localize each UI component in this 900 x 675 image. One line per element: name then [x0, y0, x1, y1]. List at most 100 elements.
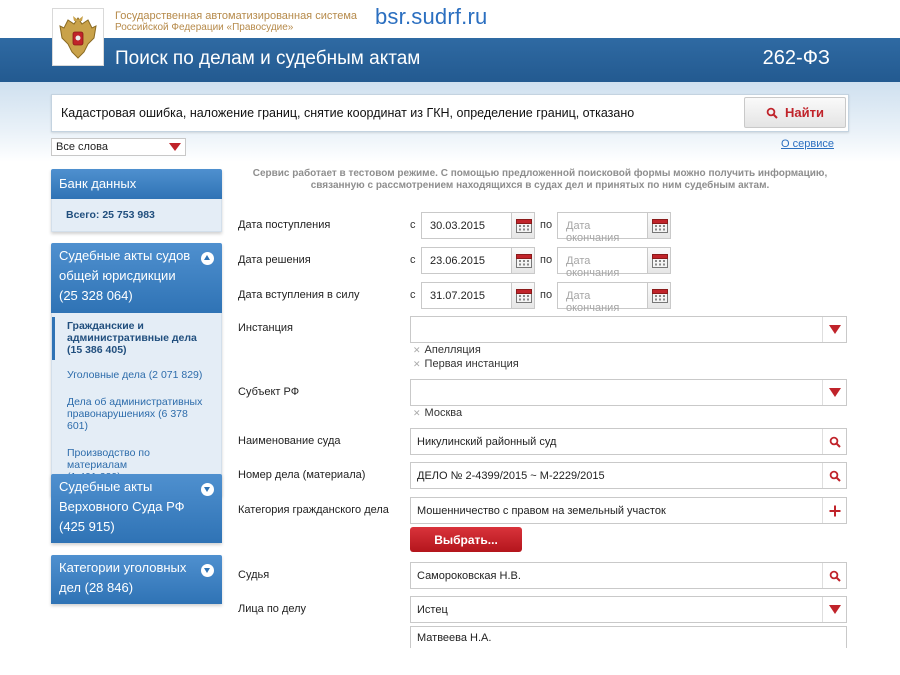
effective-date-from-input[interactable]: 31.07.2015	[421, 282, 513, 309]
civil-category-value: Мошенничество с правом на земельный учас…	[417, 505, 666, 517]
sidebar-item-label: Дела об административных	[67, 396, 203, 408]
sidebar-item-criminal[interactable]: Уголовные дела (2 071 829)	[52, 366, 221, 385]
calendar-button[interactable]	[647, 247, 671, 274]
judge-field[interactable]: Самороковская Н.В.	[410, 562, 847, 589]
search-icon	[829, 436, 841, 448]
choose-button[interactable]: Выбрать...	[410, 527, 522, 552]
sidebar-item-label: правонарушениях	[67, 408, 156, 420]
header-bar: Поиск по делам и судебным актам 262-ФЗ	[0, 38, 900, 82]
about-service-link[interactable]: О сервисе	[781, 138, 834, 150]
to-label: по	[540, 289, 553, 301]
search-icon	[766, 107, 778, 119]
receipt-date-to-input[interactable]: Дата окончания	[557, 212, 649, 244]
effective-date-label: Дата вступления в силу	[238, 289, 360, 301]
court-name-field[interactable]: Никулинский районный суд	[410, 428, 847, 455]
subject-select[interactable]	[410, 379, 847, 406]
collapse-icon[interactable]	[201, 252, 214, 265]
party-role-dropdown-button[interactable]	[822, 597, 846, 622]
chevron-down-icon	[828, 325, 841, 334]
sidebar-item-admin-offenses[interactable]: Дела об административных правонарушениях…	[52, 393, 221, 436]
party-name-field[interactable]: Матвеева Н.А.	[410, 626, 847, 648]
sidebar-item-label: Уголовные дела	[67, 369, 146, 381]
sidebar-supreme-court-title-line1: Судебные акты	[59, 479, 153, 494]
decision-date-to-input[interactable]: Дата окончания	[557, 247, 649, 279]
sidebar-data-bank-header[interactable]: Банк данных	[51, 169, 222, 199]
sidebar-criminal-categories-count: (28 846)	[84, 580, 134, 595]
receipt-date-from-input[interactable]: 30.03.2015	[421, 212, 513, 239]
sidebar-supreme-court-count: (425 915)	[59, 519, 115, 534]
civil-category-field[interactable]: Мошенничество с правом на земельный учас…	[410, 497, 847, 524]
to-label: по	[540, 219, 553, 231]
law-link[interactable]: 262-ФЗ	[763, 47, 830, 70]
notice-line2: связанную с рассмотрением находящихся в …	[310, 180, 770, 191]
subject-label: Субъект РФ	[238, 386, 300, 398]
party-name-value: Матвеева Н.А.	[417, 632, 492, 644]
court-name-value: Никулинский районный суд	[417, 436, 557, 448]
instance-tag[interactable]: ✕ Апелляция	[413, 344, 481, 356]
calendar-button[interactable]	[647, 212, 671, 239]
calendar-icon	[516, 289, 532, 303]
calendar-button[interactable]	[511, 247, 535, 274]
calendar-button[interactable]	[511, 282, 535, 309]
case-number-value: ДЕЛО № 2-4399/2015 ~ М-2229/2015	[417, 470, 605, 482]
remove-icon[interactable]: ✕	[413, 359, 421, 369]
calendar-icon	[516, 219, 532, 233]
sidebar-item-civil-admin[interactable]: Гражданские и административные дела (15 …	[52, 317, 221, 360]
sidebar-supreme-court-header[interactable]: Судебные акты Верховного Суда РФ (425 91…	[51, 474, 222, 543]
expand-icon[interactable]	[201, 564, 214, 577]
civil-category-add-button[interactable]	[822, 498, 846, 523]
calendar-icon	[652, 219, 668, 233]
case-number-search-button[interactable]	[822, 463, 846, 488]
search-icon	[829, 470, 841, 482]
instance-tag[interactable]: ✕ Первая инстанция	[413, 358, 519, 370]
system-name-line1: Государственная автоматизированная систе…	[115, 10, 358, 22]
sidebar-criminal-categories-title-line1: Категории уголовных	[59, 560, 187, 575]
calendar-button[interactable]	[511, 212, 535, 239]
case-number-field[interactable]: ДЕЛО № 2-4399/2015 ~ М-2229/2015	[410, 462, 847, 489]
search-input[interactable]	[53, 97, 729, 129]
chevron-down-icon	[828, 388, 841, 397]
instance-tag-label: Первая инстанция	[424, 358, 519, 370]
instance-select[interactable]	[410, 316, 847, 343]
coat-of-arms-logo[interactable]	[52, 8, 104, 66]
instance-dropdown-button[interactable]	[822, 317, 846, 342]
effective-date-to-input[interactable]: Дата окончания	[557, 282, 649, 314]
sidebar-data-bank: Банк данных Всего: 25 753 983	[51, 169, 222, 232]
calendar-icon	[652, 254, 668, 268]
sidebar-general-courts: Судебные акты судов общей юрисдикции (25…	[51, 243, 222, 496]
court-name-search-button[interactable]	[822, 429, 846, 454]
case-number-label: Номер дела (материала)	[238, 469, 366, 481]
chevron-down-icon	[828, 605, 841, 614]
sidebar-criminal-categories-header[interactable]: Категории уголовных дел (28 846)	[51, 555, 222, 604]
remove-icon[interactable]: ✕	[413, 345, 421, 355]
party-role-select[interactable]: Истец	[410, 596, 847, 623]
search-mode-select[interactable]: Все слова	[51, 138, 186, 156]
chevron-down-icon	[169, 143, 181, 151]
from-label: с	[410, 254, 416, 266]
sidebar-criminal-categories-title-line2: дел	[59, 580, 81, 595]
plus-icon	[829, 505, 840, 516]
sidebar-general-courts-title-line1: Судебные акты судов	[59, 248, 191, 263]
calendar-button[interactable]	[647, 282, 671, 309]
instance-label: Инстанция	[238, 322, 293, 334]
decision-date-from-input[interactable]: 23.06.2015	[421, 247, 513, 274]
court-name-label: Наименование суда	[238, 435, 341, 447]
sidebar-data-bank-title: Банк данных	[59, 176, 137, 191]
subject-dropdown-button[interactable]	[822, 380, 846, 405]
sidebar-general-courts-header[interactable]: Судебные акты судов общей юрисдикции (25…	[51, 243, 222, 313]
judge-label: Судья	[238, 569, 270, 581]
subject-tag[interactable]: ✕ Москва	[413, 407, 462, 419]
search-mode-value: Все слова	[56, 141, 109, 153]
search-button[interactable]: Найти	[744, 97, 846, 128]
judge-search-button[interactable]	[822, 563, 846, 588]
search-button-label: Найти	[785, 105, 824, 120]
instance-tag-label: Апелляция	[424, 344, 481, 356]
test-mode-notice: Сервис работает в тестовом режиме. С пом…	[230, 168, 850, 192]
judge-value: Самороковская Н.В.	[417, 570, 521, 582]
subject-tag-label: Москва	[424, 407, 463, 419]
expand-icon[interactable]	[201, 483, 214, 496]
from-label: с	[410, 289, 416, 301]
sidebar-supreme-court-title-line2: Верховного Суда РФ	[59, 499, 185, 514]
from-label: с	[410, 219, 416, 231]
remove-icon[interactable]: ✕	[413, 408, 421, 418]
